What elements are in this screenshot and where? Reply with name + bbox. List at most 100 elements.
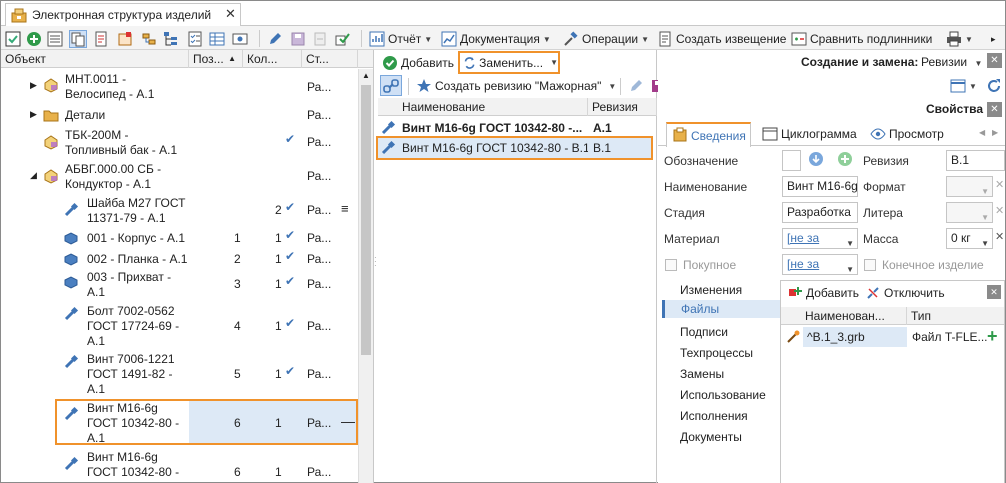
tree-row[interactable]: Шайба М27 ГОСТ 11371-79 - А.1 2 ✔ Ра... … <box>1 194 359 227</box>
col-name-header[interactable]: Наименование <box>398 98 588 116</box>
col-position-header[interactable]: Поз... ▲ <box>189 50 243 68</box>
name-field[interactable]: Винт М16-6g <box>782 176 858 197</box>
nav-processes[interactable]: Техпроцессы <box>680 346 753 360</box>
minus-icon[interactable]: — <box>341 413 355 429</box>
mass-field[interactable]: 0 кг ▼ <box>946 228 993 249</box>
files-col-name-header[interactable]: Наименован... <box>801 307 907 325</box>
tree-scrollbar[interactable]: ▲ <box>358 69 373 483</box>
tab-details[interactable]: Сведения <box>666 122 751 147</box>
menu-icon[interactable]: ≡ <box>341 201 349 216</box>
litera-select[interactable]: ▼ <box>946 202 993 223</box>
purchased-field[interactable]: [не за ▼ <box>782 254 858 275</box>
format-select[interactable]: ▼ <box>946 176 993 197</box>
clear-icon[interactable]: ✕ <box>995 230 1004 243</box>
list-view-icon[interactable] <box>47 30 63 48</box>
col-object-header[interactable]: Объект <box>1 50 189 68</box>
tree-row[interactable]: Винт 7006-1221 ГОСТ 1491-82 - А.1 5 1 ✔ … <box>1 350 359 398</box>
tree-row[interactable]: 003 - Прихват - А.1 3 1 ✔ Ра... <box>1 268 359 301</box>
edit-pencil-icon[interactable] <box>267 30 283 48</box>
replace-button[interactable]: Заменить... ▼ <box>458 51 560 74</box>
compare-originals-button[interactable]: Сравнить подлинники <box>791 30 932 48</box>
revision-field[interactable]: В.1 <box>946 150 1005 171</box>
copy-icon[interactable] <box>69 30 87 48</box>
creation-mode-select[interactable]: Ревизии ▼ <box>921 55 982 69</box>
tree-row[interactable]: ТБК-200М - Топливный бак - А.1 ✔ Ра... <box>1 126 359 159</box>
tree-row[interactable]: Винт М16-6g ГОСТ 10342-80 - 6 1 Ра... <box>1 448 359 483</box>
tree-icon[interactable] <box>163 30 179 48</box>
final-product-checkbox[interactable] <box>864 259 876 271</box>
col-revision-header[interactable]: Ревизия <box>588 98 657 116</box>
structure-sort-icon[interactable] <box>141 30 157 48</box>
tree-row[interactable]: ▶ Детали Ра... <box>1 105 359 125</box>
nav-variants[interactable]: Исполнения <box>680 409 748 423</box>
material-field[interactable]: [не за ▼ <box>782 228 858 249</box>
clear-icon[interactable]: ✕ <box>995 178 1004 191</box>
select-all-icon[interactable] <box>5 30 21 48</box>
apply-icon[interactable] <box>334 30 350 48</box>
replacement-row[interactable]: Винт М16-6g ГОСТ 10342-80 -... А.1 <box>378 118 657 138</box>
nav-usage[interactable]: Использование <box>680 388 766 402</box>
nav-files-selected[interactable]: Файлы <box>662 300 780 318</box>
close-files-icon[interactable]: ✕ <box>987 285 1001 299</box>
tree-row[interactable]: 002 - Планка - А.1 2 1 ✔ Ра... <box>1 249 359 269</box>
close-tab-icon[interactable]: ✕ <box>225 6 236 22</box>
edit-pencil-icon[interactable] <box>628 78 644 94</box>
tree-row[interactable]: ▶ МНТ.0011 - Велосипед - А.1 Ра... <box>1 70 359 103</box>
table-icon[interactable] <box>209 30 225 48</box>
expand-arrow-icon[interactable]: ▶ <box>30 109 37 120</box>
files-detach-button[interactable]: Отключить <box>865 285 945 301</box>
link-button[interactable] <box>380 75 402 96</box>
tree-row[interactable]: ◢ АБВГ.000.00 СБ - Кондуктор - А.1 Ра... <box>1 160 359 193</box>
clear-icon[interactable]: ✕ <box>995 204 1004 217</box>
document-tab[interactable]: Электронная структура изделий ✕ <box>5 3 241 26</box>
purchased-link[interactable]: [не за <box>787 257 819 271</box>
designation-field[interactable] <box>782 150 801 171</box>
view-icon[interactable] <box>232 30 248 48</box>
create-notice-button[interactable]: Создать извещение <box>657 30 786 48</box>
files-add-button[interactable]: Добавить <box>787 285 859 301</box>
files-col-type-header[interactable]: Тип <box>907 307 1004 325</box>
add-plus-icon[interactable]: + <box>987 326 998 347</box>
file-row[interactable]: ^В.1_3.grb Файл T-FLE... + <box>781 326 1004 348</box>
document-icon[interactable] <box>93 30 109 48</box>
close-panel-icon[interactable]: ✕ <box>987 53 1002 68</box>
purchased-checkbox[interactable] <box>665 259 677 271</box>
save-icon[interactable] <box>290 30 306 48</box>
col-status-header[interactable]: Ст... <box>302 50 358 68</box>
undo-icon[interactable] <box>312 30 328 48</box>
operations-button[interactable]: Операции ▼ <box>563 30 649 48</box>
add-button[interactable]: Добавить <box>382 53 454 73</box>
tab-scroll-right-icon[interactable]: ▶ <box>992 128 998 137</box>
layout-icon[interactable] <box>950 78 966 94</box>
scroll-up-icon[interactable]: ▲ <box>362 71 370 80</box>
expand-arrow-icon[interactable]: ▶ <box>30 80 37 91</box>
collapse-arrow-icon[interactable]: ◢ <box>30 170 37 181</box>
add-icon[interactable] <box>26 30 42 48</box>
refresh-icon[interactable] <box>986 78 1002 94</box>
replacement-row-selected[interactable]: Винт М16-6g ГОСТ 10342-80 - В.1 В.1 <box>376 136 653 160</box>
tree-row[interactable]: Болт 7002-0562 ГОСТ 17724-69 - А.1 4 1 ✔… <box>1 302 359 350</box>
tab-preview[interactable]: Просмотр <box>866 123 976 145</box>
nav-replacements[interactable]: Замены <box>680 367 724 381</box>
create-revision-button[interactable]: Создать ревизию "Мажорная" ▼ <box>416 77 616 95</box>
stage-field[interactable]: Разработка <box>782 202 858 223</box>
tree-row-selected[interactable]: Винт М16-6g ГОСТ 10342-80 - А.1 6 1 Ра..… <box>1 398 359 446</box>
arrow-down-circle-icon[interactable] <box>808 151 824 167</box>
scroll-thumb[interactable] <box>361 85 371 355</box>
nav-changes[interactable]: Изменения <box>680 283 742 297</box>
nav-signatures[interactable]: Подписи <box>680 325 728 339</box>
print-button[interactable]: ▼ <box>946 30 973 48</box>
tab-cyclogram[interactable]: Циклограмма <box>754 123 866 145</box>
checklist-icon[interactable] <box>187 30 203 48</box>
close-properties-icon[interactable]: ✕ <box>987 102 1002 117</box>
col-quantity-header[interactable]: Кол... <box>243 50 302 68</box>
documentation-button[interactable]: Документация ▼ <box>441 30 551 48</box>
tab-scroll-left-icon[interactable]: ◀ <box>979 128 985 137</box>
tree-row[interactable]: 001 - Корпус - А.1 1 1 ✔ Ра... <box>1 228 359 248</box>
material-link[interactable]: [не за <box>787 231 819 245</box>
add-circle-icon[interactable] <box>837 151 853 167</box>
report-button[interactable]: Отчёт ▼ <box>369 30 432 48</box>
chevron-down-icon[interactable]: ▼ <box>969 82 977 91</box>
notice-icon[interactable] <box>117 30 133 48</box>
toolbar-overflow-icon[interactable]: ▸ <box>991 30 996 48</box>
